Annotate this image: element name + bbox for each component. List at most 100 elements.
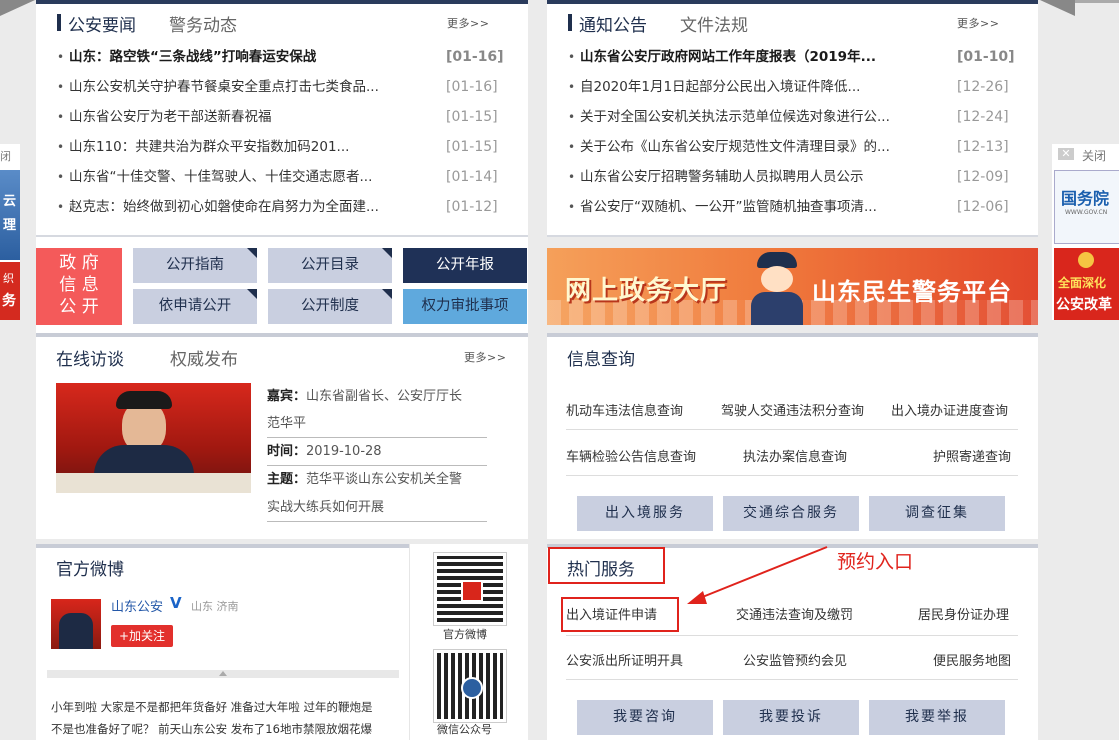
query-divider-2 [566,475,1018,476]
list-item[interactable]: • 赵克志：始终做到初心如磐使命在肩努力为全面建... [01-12] [57,192,506,222]
reservation-annotation: 预约入口 [837,551,914,573]
gov-btn-power-approval[interactable]: 权力审批事项 [403,289,527,324]
list-item-title[interactable]: 山东：路空铁“三条战线”打响春运安保战 [69,42,429,72]
weibo-qr-label: 官方微博 [443,628,487,641]
list-item[interactable]: • 山东公安机关守护春节餐桌安全重点打击七类食品... [01-16] [57,72,506,102]
tab-police-affairs[interactable]: 警务动态 [169,11,237,36]
tab-police-news[interactable]: 公安要闻 [57,11,136,36]
gov-btn-catalog[interactable]: 公开目录 [268,248,392,283]
news-more-link[interactable]: 更多>> [447,15,489,31]
weibo-avatar[interactable] [51,599,101,649]
news-panel-topbar [36,0,528,4]
weibo-location: 山东 济南 [191,600,239,613]
list-item-title[interactable]: 山东公安机关守护春节餐桌安全重点打击七类食品... [69,72,429,102]
notice-panel: 通知公告 文件法规 更多>> • 山东省公安厅政府网站工作年度报表（2019年..… [547,0,1038,237]
list-item-date: [12-06] [957,199,1009,215]
weibo-divider [409,544,410,740]
right-ad-close-label[interactable]: 关闭 [1082,147,1106,164]
query-vehicle-violation[interactable]: 机动车违法信息查询 [566,400,683,419]
interview-more-link[interactable]: 更多>> [464,349,506,365]
list-item-title[interactable]: 关于公布《山东省公安厅规范性文件清理目录》的... [580,132,940,162]
banner-right-text: 山东民生警务平台 [812,278,1012,306]
list-item-title[interactable]: 山东省公安厅为老干部送新春祝福 [69,102,429,132]
list-item[interactable]: • 山东省公安厅招聘警务辅助人员拟聘用人员公示 [12-09] [568,162,1017,192]
list-item[interactable]: • 山东省公安厅为老干部送新春祝福 [01-15] [57,102,506,132]
right-side-ad[interactable]: ✕ 关闭 国务院 WWW.GOV.CN 全面深化 公安改革 [1052,144,1119,320]
weibo-qr-code[interactable] [433,552,507,626]
list-item-date: [12-24] [957,109,1009,125]
services-banner[interactable]: 网上政务大厅 山东民生警务平台 [547,248,1038,325]
service-map-link[interactable]: 便民服务地图 [933,650,1011,669]
guest-name: 范华平 [267,416,307,431]
exit-entry-service-button[interactable]: 出入境服务 [577,496,713,531]
gov-btn-annual-report[interactable]: 公开年报 [403,248,527,283]
list-item-date: [12-13] [957,139,1009,155]
list-item-title[interactable]: 省公安厅“双随机、一公开”监管随机抽查事项清... [580,192,940,222]
survey-button[interactable]: 调查征集 [869,496,1005,531]
follow-button[interactable]: +加关注 [111,625,173,647]
list-item-date: [01-12] [446,199,498,215]
bullet-icon: • [568,170,576,184]
list-item[interactable]: • 自2020年1月1日起部分公民出入境证件降低... [12-26] [568,72,1017,102]
scroll-up-icon[interactable] [219,671,227,676]
list-item[interactable]: • 关于对全国公安机关执法示范单位候选对象进行公... [12-24] [568,102,1017,132]
wechat-qr-code[interactable] [433,649,507,723]
exit-entry-permit-apply-link[interactable]: 出入境证件申请 [566,604,657,623]
list-item-date: [12-26] [957,79,1009,95]
hot-divider-2 [566,679,1018,680]
reform-ad[interactable]: 全面深化 公安改革 [1054,248,1119,320]
id-card-service-link[interactable]: 居民身份证办理 [918,604,1009,623]
list-item[interactable]: • 山东110：共建共治为群众平安指数加码201... [01-15] [57,132,506,162]
list-item-title[interactable]: 山东省公安厅招聘警务辅助人员拟聘用人员公示 [580,162,940,192]
bullet-icon: • [57,110,65,124]
list-item-title[interactable]: 关于对全国公安机关执法示范单位候选对象进行公... [580,102,940,132]
notice-more-link[interactable]: 更多>> [957,15,999,31]
left-ad-image-top: 云 理 [0,170,20,260]
complaint-button[interactable]: 我要投诉 [723,700,859,735]
close-icon[interactable]: ✕ [1058,148,1074,160]
gov-cn-ad[interactable]: 国务院 WWW.GOV.CN [1054,170,1119,244]
list-item-title[interactable]: 赵克志：始终做到初心如磐使命在肩努力为全面建... [69,192,429,222]
query-law-enforcement[interactable]: 执法办案信息查询 [743,446,847,465]
tab-online-interview[interactable]: 在线访谈 [56,345,124,370]
gov-btn-apply[interactable]: 依申请公开 [133,289,257,324]
list-item-title[interactable]: 山东省“十佳交警、十佳驾驶人、十佳交通志愿者... [69,162,429,192]
query-divider-1 [566,429,1018,430]
consult-button[interactable]: 我要咨询 [577,700,713,735]
weibo-title: 官方微博 [56,560,124,580]
query-passport-delivery[interactable]: 护照寄递查询 [933,446,1011,465]
weibo-scroll-bar[interactable] [47,670,399,678]
gov-btn-guide[interactable]: 公开指南 [133,248,257,283]
tab-authoritative-release[interactable]: 权威发布 [170,345,238,370]
tab-regulations[interactable]: 文件法规 [680,11,748,36]
list-item[interactable]: • 山东：路空铁“三条战线”打响春运安保战 [01-16] [57,42,506,72]
list-item[interactable]: • 省公安厅“双随机、一公开”监管随机抽查事项清... [12-06] [568,192,1017,222]
list-item[interactable]: • 关于公布《山东省公安厅规范性文件清理目录》的... [12-13] [568,132,1017,162]
traffic-service-button[interactable]: 交通综合服务 [723,496,859,531]
left-ad-close[interactable]: 闭 [0,148,11,164]
query-vehicle-inspection[interactable]: 车辆检验公告信息查询 [566,446,696,465]
list-item[interactable]: • 山东省“十佳交警、十佳驾驶人、十佳交通志愿者... [01-14] [57,162,506,192]
query-exit-entry-progress[interactable]: 出入境办证进度查询 [891,400,1008,419]
list-item[interactable]: • 山东省公安厅政府网站工作年度报表（2019年... [01-10] [568,42,1017,72]
left-side-ad[interactable]: 闭 云 理 织 务 [0,144,20,320]
weibo-post-line-1: 小年到啦 大家是不是都把年货备好 准备过大年啦 过年的鞭炮是 [51,700,373,714]
police-certificate-link[interactable]: 公安派出所证明开具 [566,650,683,669]
report-button[interactable]: 我要举报 [869,700,1005,735]
gov-info-label[interactable]: 政 府 信 息 公 开 [36,248,122,325]
list-item-title[interactable]: 山东省公安厅政府网站工作年度报表（2019年... [580,42,940,72]
topic-line-2[interactable]: 实战大练兵如何开展 [267,498,384,518]
topic-line[interactable]: 主题：范华平谈山东公安机关全警 [267,470,462,490]
interview-photo[interactable] [56,383,251,493]
traffic-violation-payment-link[interactable]: 交通违法查询及缴罚 [736,604,853,623]
tab-notices[interactable]: 通知公告 [568,11,647,36]
list-item-title[interactable]: 山东110：共建共治为群众平安指数加码201... [69,132,429,162]
gov-btn-system[interactable]: 公开制度 [268,289,392,324]
query-driver-points[interactable]: 驾驶人交通违法积分查询 [721,400,864,419]
list-item-title[interactable]: 自2020年1月1日起部分公民出入境证件降低... [580,72,940,102]
left-ad-image-bottom: 织 务 [0,262,20,320]
detention-visit-link[interactable]: 公安监管预约会见 [743,650,847,669]
notice-panel-topbar [547,0,1038,4]
weibo-account-name[interactable]: 山东公安 [111,596,163,615]
list-item-date: [01-15] [446,109,498,125]
